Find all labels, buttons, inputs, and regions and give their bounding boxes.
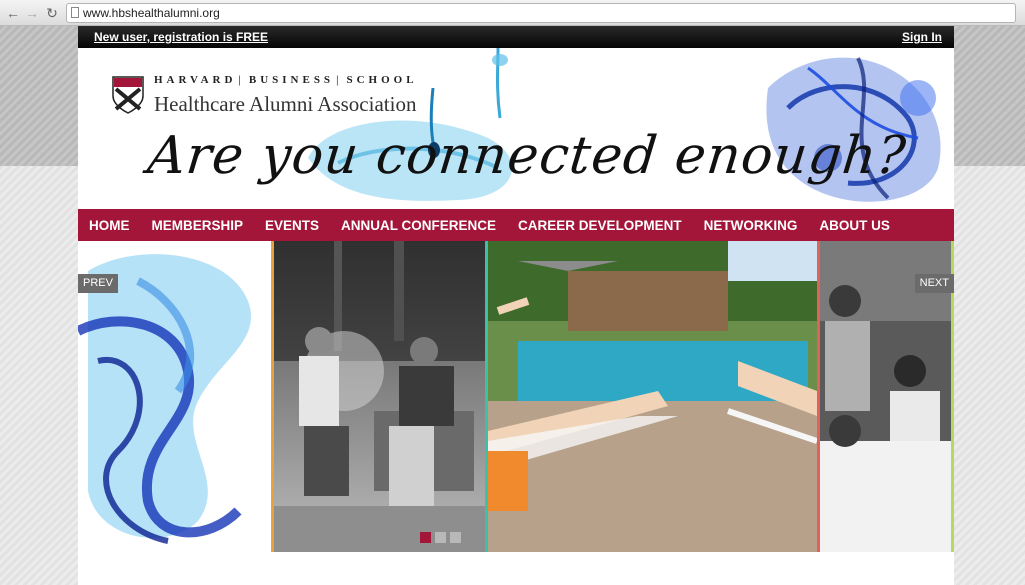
- ink-drip: [492, 48, 508, 119]
- nav-home[interactable]: HOME: [78, 218, 141, 233]
- nav-membership[interactable]: MEMBERSHIP: [141, 218, 255, 233]
- slider-prev-button[interactable]: PREV: [78, 274, 118, 293]
- image-slider: PREV NEXT: [78, 241, 954, 552]
- slide-panel-pool[interactable]: [488, 241, 817, 552]
- slider-next-button[interactable]: NEXT: [914, 274, 954, 293]
- tagline: Are you connected enough?: [144, 126, 910, 186]
- wordmark-school: SCHOOL: [346, 74, 418, 86]
- register-link[interactable]: New user, registration is FREE: [94, 30, 268, 44]
- nav-events[interactable]: EVENTS: [254, 218, 330, 233]
- association-name: Healthcare Alumni Association: [154, 92, 417, 116]
- slider-dot-1[interactable]: [420, 532, 431, 543]
- site-container: New user, registration is FREE Sign In H…: [78, 26, 954, 585]
- slider-pager: [420, 532, 461, 543]
- wordmark-business: BUSINESS: [248, 74, 335, 86]
- account-bar: New user, registration is FREE Sign In: [78, 26, 954, 48]
- browser-toolbar: ← → ↻ www.hbshealthalumni.org: [0, 0, 1025, 26]
- nav-networking[interactable]: NETWORKING: [693, 218, 809, 233]
- page-icon: [71, 7, 79, 18]
- nav-career-development[interactable]: CAREER DEVELOPMENT: [507, 218, 693, 233]
- slide-panel-garden-conversation[interactable]: [274, 241, 485, 552]
- slider-dot-2[interactable]: [435, 532, 446, 543]
- main-nav: HOME MEMBERSHIP EVENTS ANNUAL CONFERENCE…: [78, 209, 954, 241]
- hbs-shield-icon: [112, 76, 144, 114]
- pool-photo: [488, 241, 817, 552]
- garden-photo: [274, 241, 485, 552]
- slider-dot-3[interactable]: [450, 532, 461, 543]
- wordmark-harvard: HARVARD: [154, 74, 237, 86]
- nav-annual-conference[interactable]: ANNUAL CONFERENCE: [330, 218, 507, 233]
- address-bar[interactable]: www.hbshealthalumni.org: [66, 3, 1016, 23]
- back-arrow-icon[interactable]: ←: [4, 4, 22, 22]
- school-wordmark: HARVARD | BUSINESS | SCHOOL: [154, 74, 418, 86]
- sign-in-link[interactable]: Sign In: [902, 30, 942, 44]
- nav-about-us[interactable]: ABOUT US: [808, 218, 901, 233]
- url-text: www.hbshealthalumni.org: [83, 6, 220, 20]
- reload-icon[interactable]: ↻: [43, 4, 61, 22]
- forward-arrow-icon[interactable]: →: [23, 4, 41, 22]
- banner: HARVARD | BUSINESS | SCHOOL Healthcare Alumn…: [78, 48, 954, 209]
